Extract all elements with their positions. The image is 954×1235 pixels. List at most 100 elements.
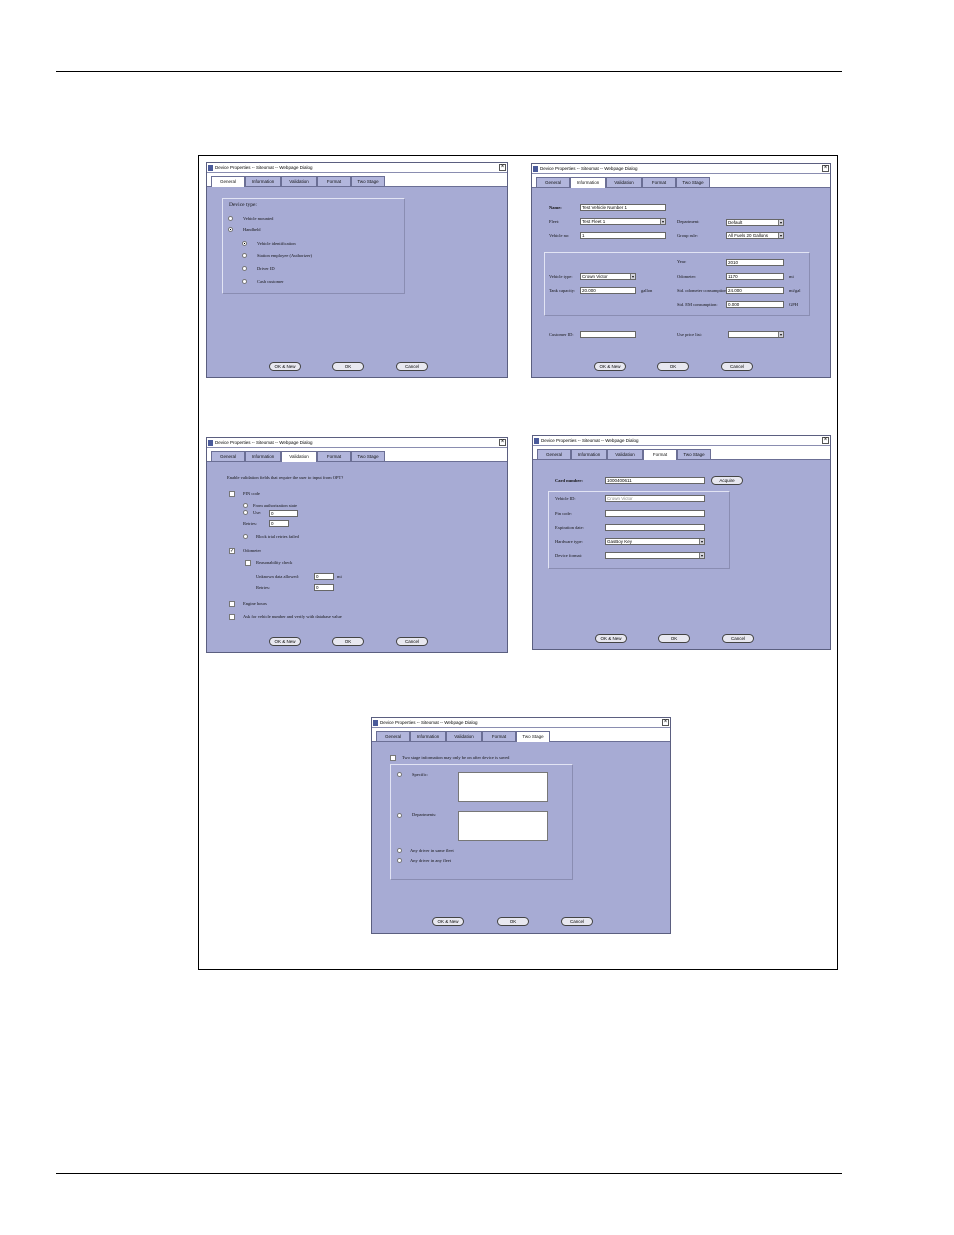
any-any-fleet-label: Any driver in any fleet — [410, 858, 451, 863]
tab-information[interactable]: Information — [571, 449, 607, 459]
tab-information[interactable]: Information — [570, 177, 606, 188]
tab-format[interactable]: Format — [482, 731, 516, 741]
tab-general[interactable]: General — [536, 177, 570, 187]
expiration-date-label: Expiration date: — [555, 525, 584, 530]
tab-general[interactable]: General — [376, 731, 410, 741]
block-retries-radio[interactable] — [243, 534, 248, 539]
odometer-checkbox[interactable]: ✓ — [229, 548, 235, 554]
driver-id-radio[interactable] — [242, 266, 247, 271]
tab-general[interactable]: General — [211, 176, 245, 187]
ok-new-button[interactable]: OK & New — [595, 634, 627, 643]
name-input[interactable]: Test Vehicle Number 1 — [580, 204, 666, 211]
specific-list[interactable] — [458, 772, 548, 802]
reasonability-checkbox[interactable] — [245, 560, 251, 566]
cancel-button[interactable]: Cancel — [721, 362, 753, 371]
any-same-fleet-radio[interactable] — [397, 848, 402, 853]
vehicle-no-input[interactable]: 1 — [580, 232, 666, 239]
specific-radio[interactable] — [397, 772, 402, 777]
handheld-radio[interactable] — [228, 227, 233, 232]
tab-two-stage[interactable]: Two Stage — [351, 176, 385, 186]
price-list-select[interactable]: ▾ — [728, 331, 784, 338]
fleet-select[interactable]: Test Fleet 1 ▾ — [580, 218, 666, 225]
ok-button[interactable]: OK — [658, 634, 690, 643]
customer-id-input[interactable] — [580, 331, 636, 338]
device-format-select[interactable]: ▾ — [605, 552, 705, 559]
tab-validation[interactable]: Validation — [446, 731, 482, 741]
ok-button[interactable]: OK — [657, 362, 689, 371]
vehicle-mounted-radio[interactable] — [228, 216, 233, 221]
ok-button[interactable]: OK — [332, 362, 364, 371]
std-odometer-input[interactable]: 24.000 — [726, 287, 784, 294]
std-em-input[interactable]: 0.000 — [726, 301, 784, 308]
vehicle-no-label: Vehicle no: — [549, 233, 570, 238]
vehicle-type-label: Vehicle type: — [549, 274, 573, 279]
vehicle-id-input[interactable]: Crown Victor — [605, 495, 705, 502]
cancel-button[interactable]: Cancel — [396, 637, 428, 646]
hardware-type-select[interactable]: GasBoy Key ▾ — [605, 538, 705, 545]
cash-customer-radio[interactable] — [242, 279, 247, 284]
ask-vehicle-checkbox[interactable] — [229, 614, 235, 620]
two-stage-checkbox[interactable] — [390, 755, 396, 761]
pin-code-input[interactable] — [605, 510, 705, 517]
ok-new-button[interactable]: OK & New — [269, 362, 301, 371]
cancel-button[interactable]: Cancel — [722, 634, 754, 643]
ok-button[interactable]: OK — [332, 637, 364, 646]
acquire-button[interactable]: Acquire — [711, 476, 743, 485]
chevron-down-icon: ▾ — [778, 233, 783, 238]
ok-new-button[interactable]: OK & New — [269, 637, 301, 646]
close-icon[interactable]: × — [822, 437, 829, 444]
cancel-button[interactable]: Cancel — [561, 917, 593, 926]
ok-button[interactable]: OK — [497, 917, 529, 926]
any-any-fleet-radio[interactable] — [397, 858, 402, 863]
vehicle-type-select[interactable]: Crown Victor ▾ — [580, 273, 636, 280]
tab-validation[interactable]: Validation — [607, 449, 643, 459]
use-input[interactable]: 0 — [269, 510, 298, 517]
tab-validation[interactable]: Validation — [281, 176, 317, 186]
tab-information[interactable]: Information — [410, 731, 446, 741]
tab-validation[interactable]: Validation — [281, 451, 317, 462]
pin-retries-input[interactable]: 0 — [269, 520, 289, 527]
close-icon[interactable]: × — [499, 439, 506, 446]
tank-capacity-input[interactable]: 20.000 — [580, 287, 636, 294]
tab-information[interactable]: Information — [245, 451, 281, 461]
tab-validation[interactable]: Validation — [606, 177, 642, 187]
group-rule-select[interactable]: All Fuels 20 Gallons ▾ — [726, 232, 784, 239]
validation-question: Enable validation fields that require th… — [227, 475, 344, 480]
department-select[interactable]: Default ▾ — [726, 219, 784, 226]
pin-code-checkbox[interactable] — [229, 491, 235, 497]
tab-general[interactable]: General — [211, 451, 245, 461]
window-icon — [534, 438, 539, 444]
close-icon[interactable]: × — [662, 719, 669, 726]
cancel-button[interactable]: Cancel — [396, 362, 428, 371]
tab-two-stage[interactable]: Two Stage — [677, 449, 711, 459]
tab-format[interactable]: Format — [317, 176, 351, 186]
close-icon[interactable]: × — [499, 164, 506, 171]
dialog-title: Device Properties -- Siteomat -- Webpage… — [215, 440, 313, 445]
unknown-data-input[interactable]: 0 — [314, 573, 334, 580]
from-authorization-radio[interactable] — [243, 503, 248, 508]
tab-two-stage[interactable]: Two Stage — [676, 177, 710, 187]
tab-two-stage[interactable]: Two Stage — [351, 451, 385, 461]
tab-general[interactable]: General — [537, 449, 571, 459]
departments-radio[interactable] — [397, 813, 402, 818]
tab-format[interactable]: Format — [317, 451, 351, 461]
station-employee-radio[interactable] — [242, 253, 247, 258]
tab-format[interactable]: Format — [642, 177, 676, 187]
odometer-retries-input[interactable]: 0 — [314, 584, 334, 591]
card-number-label: Card number: — [555, 478, 583, 483]
card-number-input[interactable]: 1000400611 — [605, 477, 705, 484]
year-input[interactable]: 2010 — [726, 259, 784, 266]
tab-information[interactable]: Information — [245, 176, 281, 186]
engine-hours-checkbox[interactable] — [229, 601, 235, 607]
close-icon[interactable]: × — [822, 165, 829, 172]
departments-list[interactable] — [458, 811, 548, 841]
expiration-date-input[interactable] — [605, 524, 705, 531]
use-radio[interactable] — [243, 510, 248, 515]
vehicle-identification-radio[interactable] — [242, 241, 247, 246]
odometer-input[interactable]: 1170 — [726, 273, 784, 280]
ok-new-button[interactable]: OK & New — [432, 917, 464, 926]
tab-two-stage[interactable]: Two Stage — [516, 731, 550, 742]
hardware-type-label: Hardware type: — [555, 539, 583, 544]
tab-format[interactable]: Format — [643, 449, 677, 460]
ok-new-button[interactable]: OK & New — [594, 362, 626, 371]
